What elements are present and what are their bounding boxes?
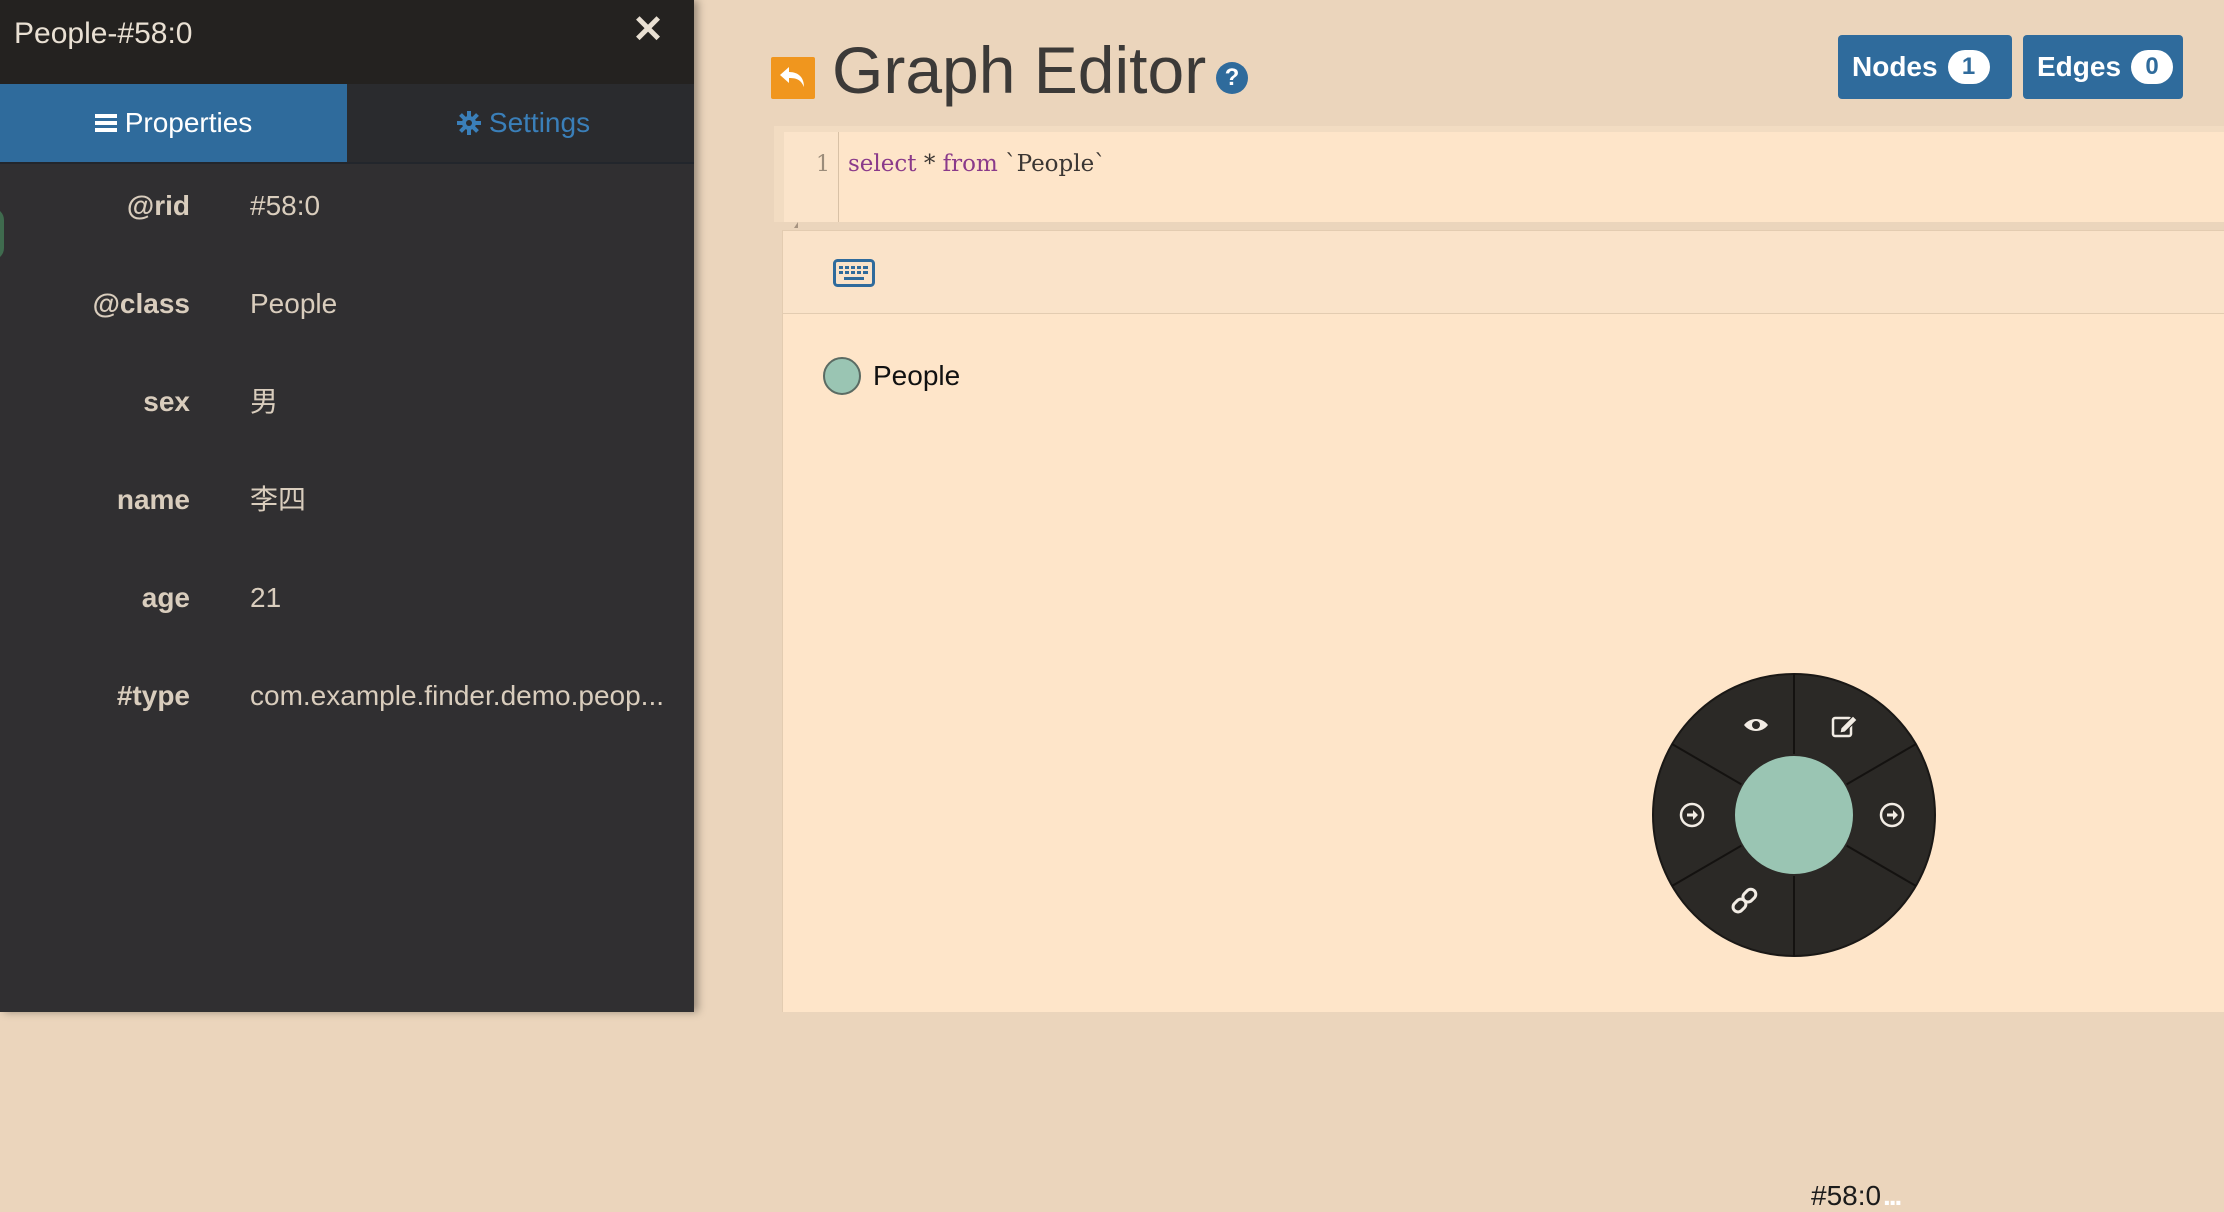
property-row: name 李四: [0, 480, 694, 520]
legend-item[interactable]: People: [823, 354, 960, 398]
query-token: *: [916, 151, 943, 177]
edges-button[interactable]: Edges 0: [2023, 35, 2183, 99]
edges-count-badge: 0: [2131, 50, 2174, 84]
property-value: com.example.finder.demo.peop...: [250, 680, 665, 711]
page-title: Graph Editor: [832, 33, 1207, 107]
query-token: select: [848, 151, 917, 177]
property-value: People: [250, 288, 338, 319]
close-icon[interactable]: ✕: [630, 10, 666, 50]
property-value: #58:0: [250, 190, 321, 221]
tab-settings[interactable]: Settings: [350, 84, 697, 162]
property-row: @class People: [0, 284, 694, 324]
list-icon: [94, 113, 117, 133]
property-key: sex: [143, 386, 190, 417]
property-value: 李四: [250, 484, 307, 515]
graph-editor-main: Graph Editor ? Nodes 1 Edges 0 1 select …: [694, 0, 2224, 1211]
tab-settings-label: Settings: [488, 107, 591, 138]
nodes-label: Nodes: [1852, 51, 1938, 82]
query-editor[interactable]: 1 select * from `People`: [774, 126, 2224, 222]
property-value: 男: [250, 386, 279, 417]
nodes-count-badge: 1: [1947, 50, 1990, 84]
editor-toolbar: [782, 230, 2224, 314]
help-icon[interactable]: ?: [1216, 62, 1248, 94]
legend-label: People: [873, 360, 961, 391]
property-key: #type: [116, 680, 190, 711]
editor-gutter: 1: [784, 132, 839, 222]
edges-label: Edges: [2037, 51, 2122, 82]
query-token: from: [942, 151, 998, 177]
gear-icon: [456, 111, 481, 135]
back-button[interactable]: [771, 57, 815, 99]
node-label: #58:0: [1811, 1180, 1882, 1211]
tab-properties-label: Properties: [124, 107, 253, 138]
node-ring-menu: [1652, 673, 1936, 957]
property-key: @rid: [126, 190, 190, 221]
property-row: @rid #58:0: [0, 186, 694, 226]
property-row: sex 男: [0, 382, 694, 422]
more-icon[interactable]: ...: [1883, 1180, 1902, 1212]
line-number: 1: [816, 152, 830, 177]
editor-resize-handle[interactable]: [794, 222, 798, 228]
query-text[interactable]: select * from `People`: [848, 151, 1106, 177]
property-row: #type com.example.finder.demo.peop...: [0, 676, 694, 716]
property-key: name: [116, 484, 190, 515]
property-key: @class: [92, 288, 190, 319]
property-value: 21: [250, 582, 282, 613]
panel-title: People-#58:0: [14, 17, 193, 50]
property-row: age 21: [0, 578, 694, 618]
nodes-button[interactable]: Nodes 1: [1838, 35, 2012, 99]
node-circle[interactable]: [1733, 754, 1855, 876]
query-token: `People`: [997, 151, 1106, 177]
legend-swatch: [823, 357, 861, 395]
undo-arrow-icon: [780, 67, 804, 87]
panel-header: People-#58:0 ✕: [0, 0, 694, 84]
panel-tabs: Properties Settings: [0, 84, 694, 164]
graph-canvas[interactable]: People #58:0 ...: [782, 314, 2224, 1211]
keyboard-icon[interactable]: [833, 259, 875, 287]
tab-properties[interactable]: Properties: [0, 84, 347, 162]
property-key: age: [141, 582, 190, 613]
properties-panel: People-#58:0 ✕ Properties Settings @rid …: [0, 0, 694, 1012]
